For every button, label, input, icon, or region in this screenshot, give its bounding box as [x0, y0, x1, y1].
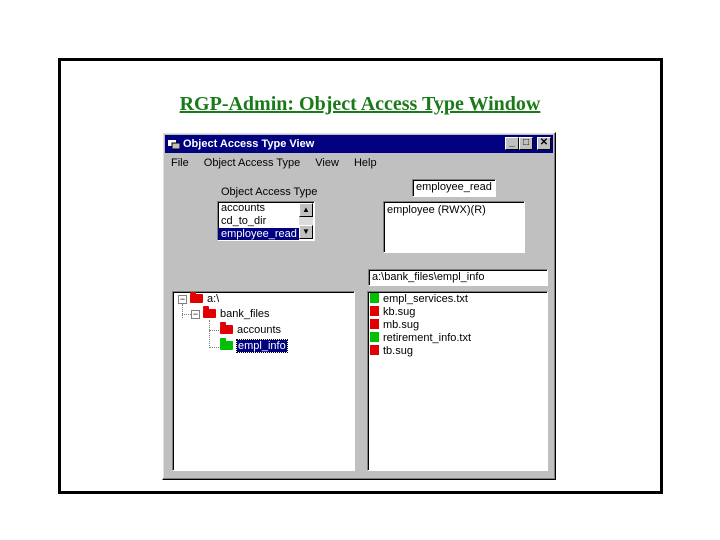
- open-folder-icon: [220, 338, 233, 350]
- window-title: Object Access Type View: [183, 138, 315, 150]
- access-type-name-field[interactable]: employee_read: [412, 179, 496, 197]
- object-access-type-window: Object Access Type View _ □ ✕ File Objec…: [162, 132, 556, 480]
- access-type-list[interactable]: accounts cd_to_dir employee_read ▲ ▼: [217, 201, 315, 241]
- maximize-button[interactable]: □: [519, 137, 533, 150]
- slide-title: RGP-Admin: Object Access Type Window: [179, 93, 541, 115]
- menu-object-access-type[interactable]: Object Access Type: [204, 157, 300, 169]
- access-rights-box[interactable]: employee (RWX)(R): [383, 201, 525, 253]
- file-row[interactable]: tb.sug: [368, 345, 547, 358]
- folder-icon: [203, 306, 216, 318]
- file-icon: [370, 332, 379, 342]
- collapse-folder-icon[interactable]: −: [191, 310, 200, 319]
- minimize-button[interactable]: _: [505, 137, 519, 150]
- list-scrollbar[interactable]: ▲ ▼: [299, 203, 313, 239]
- file-row[interactable]: mb.sug: [368, 319, 547, 332]
- scroll-up-icon[interactable]: ▲: [299, 203, 313, 217]
- file-row[interactable]: retirement_info.txt: [368, 332, 547, 345]
- collapse-root-icon[interactable]: −: [178, 295, 187, 304]
- tree-node-accounts[interactable]: accounts: [220, 322, 281, 337]
- file-icon: [370, 345, 379, 355]
- access-type-label: Object Access Type: [221, 186, 318, 198]
- file-list[interactable]: empl_services.txt kb.sug mb.sug retireme…: [367, 291, 548, 471]
- title-bar[interactable]: Object Access Type View _ □ ✕: [165, 135, 553, 153]
- app-icon: [168, 140, 180, 150]
- menu-help[interactable]: Help: [354, 157, 377, 169]
- tree-node-root[interactable]: a:\: [190, 292, 219, 306]
- tree-node-bank-files[interactable]: bank_files: [203, 306, 270, 321]
- list-item-selected[interactable]: employee_read: [218, 228, 299, 240]
- file-row[interactable]: empl_services.txt: [368, 293, 547, 306]
- menu-file[interactable]: File: [171, 157, 189, 169]
- tree-node-empl-info[interactable]: empl_info: [220, 338, 288, 353]
- folder-icon: [190, 292, 203, 303]
- file-icon: [370, 306, 379, 316]
- directory-tree[interactable]: − a:\ − bank_files accounts empl_info: [172, 291, 355, 471]
- menu-view[interactable]: View: [315, 157, 339, 169]
- file-icon: [370, 319, 379, 329]
- file-row[interactable]: kb.sug: [368, 306, 547, 319]
- folder-icon: [220, 322, 233, 334]
- menu-bar: File Object Access Type View Help: [165, 154, 553, 172]
- path-field[interactable]: a:\bank_files\empl_info: [368, 269, 548, 286]
- close-button[interactable]: ✕: [537, 137, 551, 150]
- scroll-down-icon[interactable]: ▼: [299, 225, 313, 239]
- file-icon: [370, 293, 379, 303]
